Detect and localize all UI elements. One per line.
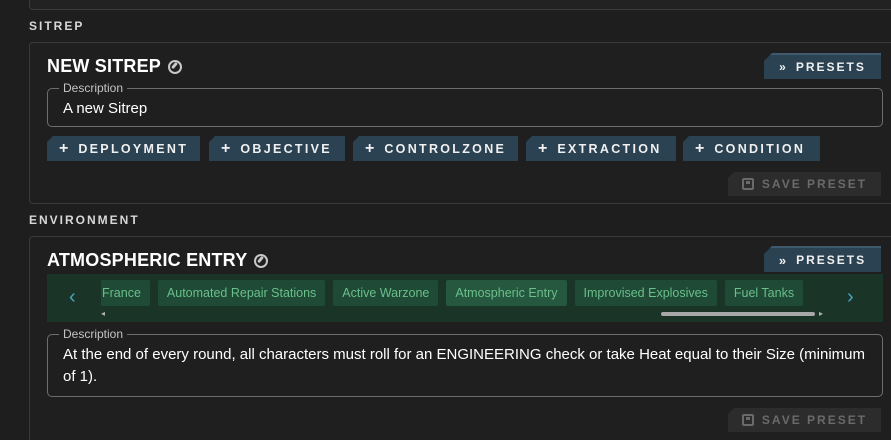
- environment-card: ATMOSPHERIC ENTRY » PRESETS ‹ France Aut…: [29, 236, 891, 440]
- environment-presets-button[interactable]: » PRESETS: [764, 246, 881, 272]
- add-deployment-label: DEPLOYMENT: [78, 141, 189, 156]
- double-chevron-down-icon: »: [778, 252, 789, 268]
- description-value: A new Sitrep: [63, 100, 148, 117]
- chip-viewport: France Automated Repair Stations Active …: [101, 280, 827, 306]
- sitrep-card: NEW SITREP » PRESETS Description A new S…: [29, 42, 891, 204]
- chip-improvised-explosives[interactable]: Improvised Explosives: [574, 280, 717, 306]
- sitrep-description-field[interactable]: Description A new Sitrep: [47, 81, 883, 127]
- add-objective-label: OBJECTIVE: [240, 141, 332, 156]
- presets-label: PRESETS: [795, 60, 866, 74]
- chip-scrollbar[interactable]: ◂ ▸: [101, 309, 827, 318]
- description-value: At the end of every round, all character…: [63, 346, 865, 385]
- add-extraction-button[interactable]: + EXTRACTION: [526, 136, 676, 161]
- scrollbar-thumb[interactable]: [661, 312, 815, 316]
- sitrep-title-row: NEW SITREP: [47, 56, 183, 77]
- previous-card-edge: [29, 0, 891, 10]
- save-preset-label: SAVE PRESET: [761, 413, 868, 427]
- sitrep-title: NEW SITREP: [47, 56, 162, 76]
- environment-section-label: ENVIRONMENT: [29, 213, 140, 227]
- description-legend: Description: [59, 81, 128, 95]
- plus-icon: +: [59, 139, 69, 157]
- environment-title-row: ATMOSPHERIC ENTRY: [47, 250, 269, 271]
- chip-row: France Automated Repair Stations Active …: [101, 280, 804, 306]
- chip-fuel-tanks[interactable]: Fuel Tanks: [724, 280, 804, 306]
- chip-france[interactable]: France: [101, 280, 150, 306]
- add-objective-button[interactable]: + OBJECTIVE: [209, 136, 345, 161]
- plus-icon: +: [365, 139, 375, 157]
- floppy-disk-icon: [741, 414, 754, 426]
- chip-active-warzone[interactable]: Active Warzone: [333, 280, 439, 306]
- save-preset-label: SAVE PRESET: [761, 177, 868, 191]
- chevron-left-icon[interactable]: ‹: [69, 286, 76, 309]
- edit-icon[interactable]: [168, 59, 183, 74]
- add-extraction-label: EXTRACTION: [557, 141, 662, 156]
- plus-icon: +: [695, 139, 705, 157]
- environment-chip-carousel: ‹ France Automated Repair Stations Activ…: [47, 274, 883, 322]
- chip-atmospheric-entry[interactable]: Atmospheric Entry: [446, 280, 567, 306]
- sitrep-save-preset-button[interactable]: SAVE PRESET: [728, 172, 881, 196]
- add-condition-label: CONDITION: [714, 141, 806, 156]
- chip-automated-repair-stations[interactable]: Automated Repair Stations: [157, 280, 326, 306]
- chevron-right-icon[interactable]: ›: [847, 286, 854, 309]
- add-condition-button[interactable]: + CONDITION: [683, 136, 820, 161]
- plus-icon: +: [221, 139, 231, 157]
- sitrep-section-label: SITREP: [29, 19, 85, 33]
- floppy-disk-icon: [741, 178, 754, 190]
- add-controlzone-button[interactable]: + CONTROLZONE: [353, 136, 518, 161]
- add-controlzone-label: CONTROLZONE: [384, 141, 507, 156]
- environment-save-preset-button[interactable]: SAVE PRESET: [728, 408, 881, 432]
- edit-icon[interactable]: [254, 253, 269, 268]
- plus-icon: +: [538, 139, 548, 157]
- double-chevron-right-icon: »: [779, 60, 788, 74]
- sitrep-presets-button[interactable]: » PRESETS: [764, 53, 881, 79]
- scroll-right-icon[interactable]: ▸: [819, 309, 823, 318]
- add-deployment-button[interactable]: + DEPLOYMENT: [47, 136, 200, 161]
- environment-title: ATMOSPHERIC ENTRY: [47, 250, 248, 270]
- scroll-left-icon[interactable]: ◂: [101, 309, 105, 318]
- description-legend: Description: [59, 327, 128, 341]
- environment-description-field[interactable]: Description At the end of every round, a…: [47, 327, 883, 397]
- presets-label: PRESETS: [796, 253, 867, 267]
